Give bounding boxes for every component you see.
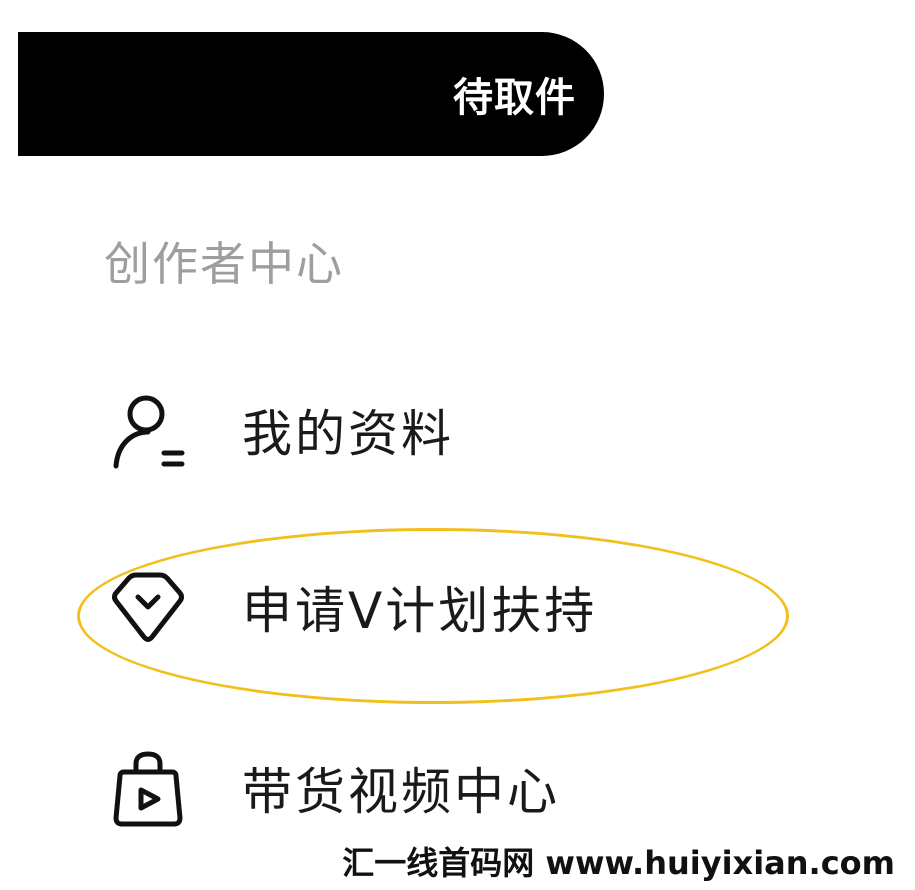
creator-center-heading: 创作者中心 bbox=[104, 237, 344, 291]
menu-item-label: 我的资料 bbox=[242, 405, 454, 463]
watermark-text: 汇一线首码网 www.huiyixian.com bbox=[336, 834, 901, 888]
user-profile-icon bbox=[108, 390, 188, 470]
menu-item-selling-video-center[interactable]: 带货视频中心 bbox=[108, 743, 808, 833]
menu-item-label: 申请V计划扶持 bbox=[242, 582, 598, 640]
shopping-bag-play-icon bbox=[108, 748, 188, 828]
pending-pickup-button[interactable]: 待取件 bbox=[18, 32, 604, 156]
pending-pickup-label: 待取件 bbox=[453, 75, 576, 121]
menu-item-apply-v-plan[interactable]: 申请V计划扶持 bbox=[108, 562, 808, 652]
menu-item-label: 带货视频中心 bbox=[242, 763, 560, 821]
diamond-badge-icon bbox=[108, 567, 188, 647]
menu-item-my-profile[interactable]: 我的资料 bbox=[108, 385, 808, 475]
